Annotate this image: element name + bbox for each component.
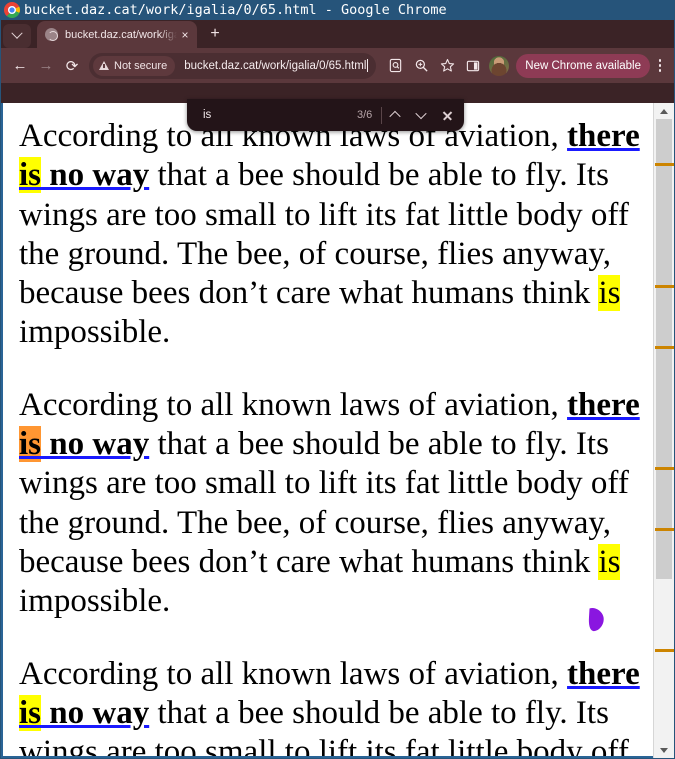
globe-icon xyxy=(45,28,58,41)
zoom-icon[interactable] xyxy=(409,54,433,78)
caret-up-icon xyxy=(389,110,401,123)
p2-bold-pre: there xyxy=(567,386,640,423)
p1-tail: impossible. xyxy=(19,314,171,351)
find-match-highlight: is xyxy=(19,157,42,194)
vertical-scrollbar[interactable] xyxy=(653,103,674,758)
reload-button[interactable]: ⟳ xyxy=(59,53,85,79)
triangle-down-icon xyxy=(660,747,668,753)
paragraph-3: According to all known laws of aviation,… xyxy=(19,655,643,756)
forward-button[interactable]: → xyxy=(33,53,59,79)
avatar[interactable] xyxy=(489,55,510,76)
find-match-count: 3/6 xyxy=(357,109,373,121)
tab-close-button[interactable]: × xyxy=(177,27,193,43)
find-match-highlight: is xyxy=(598,275,621,312)
address-bar[interactable]: Not secure bucket.daz.cat/work/igalia/0/… xyxy=(89,52,377,79)
p2-lead: According to all known laws of aviation, xyxy=(19,386,568,423)
find-match-tick xyxy=(655,467,674,470)
find-match-tick xyxy=(655,649,674,652)
p1-bold-post: no way xyxy=(41,157,150,194)
new-tab-button[interactable]: + xyxy=(205,24,225,44)
find-match-highlight: is xyxy=(598,543,621,580)
chevron-down-icon xyxy=(11,27,23,39)
menu-dot xyxy=(658,64,662,67)
p2-tail: impossible. xyxy=(19,583,171,620)
find-match-tick xyxy=(655,346,674,349)
page-content: According to all known laws of aviation,… xyxy=(3,103,655,756)
find-match-highlight: is xyxy=(19,694,42,731)
find-match-tick xyxy=(655,163,674,166)
find-match-highlight-active: is xyxy=(19,426,42,463)
scroll-down-arrow[interactable] xyxy=(654,742,674,758)
find-match-tick xyxy=(655,285,674,288)
p1-bold-pre: there xyxy=(567,118,640,154)
tab-title: bucket.daz.cat/work/igalia/0 xyxy=(65,28,177,41)
back-button[interactable]: ← xyxy=(7,53,33,79)
find-in-page-bar: 3/6 xyxy=(187,99,464,131)
p3-lead: According to all known laws of aviation, xyxy=(19,655,568,692)
star-icon[interactable] xyxy=(435,54,459,78)
p2-bold-post: no way xyxy=(41,426,150,463)
side-panel-icon[interactable] xyxy=(461,54,485,78)
menu-dot xyxy=(658,59,662,62)
find-previous-button[interactable] xyxy=(382,103,408,127)
scrollbar-thumb[interactable] xyxy=(656,119,672,579)
window-title-bar: bucket.daz.cat/work/igalia/0/65.html - G… xyxy=(0,0,675,20)
scroll-up-arrow[interactable] xyxy=(654,103,674,119)
p3-bold-pre: there xyxy=(567,655,640,692)
page-search-icon[interactable] xyxy=(383,54,407,78)
window-title: bucket.daz.cat/work/igalia/0/65.html - G… xyxy=(24,2,447,18)
find-input[interactable] xyxy=(203,105,357,125)
browser-toolbar: ← → ⟳ Not secure bucket.daz.cat/work/iga… xyxy=(1,48,674,83)
update-chrome-button[interactable]: New Chrome available xyxy=(516,53,650,78)
tab-active[interactable]: bucket.daz.cat/work/igalia/0 × xyxy=(37,21,197,48)
triangle-up-icon xyxy=(660,108,668,114)
find-next-button[interactable] xyxy=(408,103,434,127)
paragraph-1: According to all known laws of aviation,… xyxy=(19,117,643,353)
browser-chrome: bucket.daz.cat/work/igalia/0 × + ← → ⟳ N… xyxy=(1,20,674,758)
close-icon xyxy=(442,110,453,121)
browser-window: bucket.daz.cat/work/igalia/0/65.html - G… xyxy=(0,0,675,759)
p3-bold-post: no way xyxy=(41,694,150,731)
text-caret xyxy=(367,59,369,72)
security-status-chip[interactable]: Not secure xyxy=(93,55,176,76)
paragraph-2: According to all known laws of aviation,… xyxy=(19,386,643,622)
warning-triangle-icon xyxy=(99,61,109,70)
caret-down-icon xyxy=(415,107,427,120)
url-text: bucket.daz.cat/work/igalia/0/65.html xyxy=(184,59,367,72)
three-dot-menu-icon[interactable] xyxy=(652,59,668,72)
menu-dot xyxy=(658,69,662,72)
security-status-label: Not secure xyxy=(114,59,168,72)
chrome-logo-icon xyxy=(4,2,20,18)
update-chrome-label: New Chrome available xyxy=(525,59,641,72)
find-match-tick xyxy=(655,528,674,531)
tab-strip: bucket.daz.cat/work/igalia/0 × + xyxy=(1,20,674,48)
page-viewport: According to all known laws of aviation,… xyxy=(1,103,674,758)
tab-search-button[interactable] xyxy=(3,24,31,48)
find-close-button[interactable] xyxy=(434,103,460,127)
